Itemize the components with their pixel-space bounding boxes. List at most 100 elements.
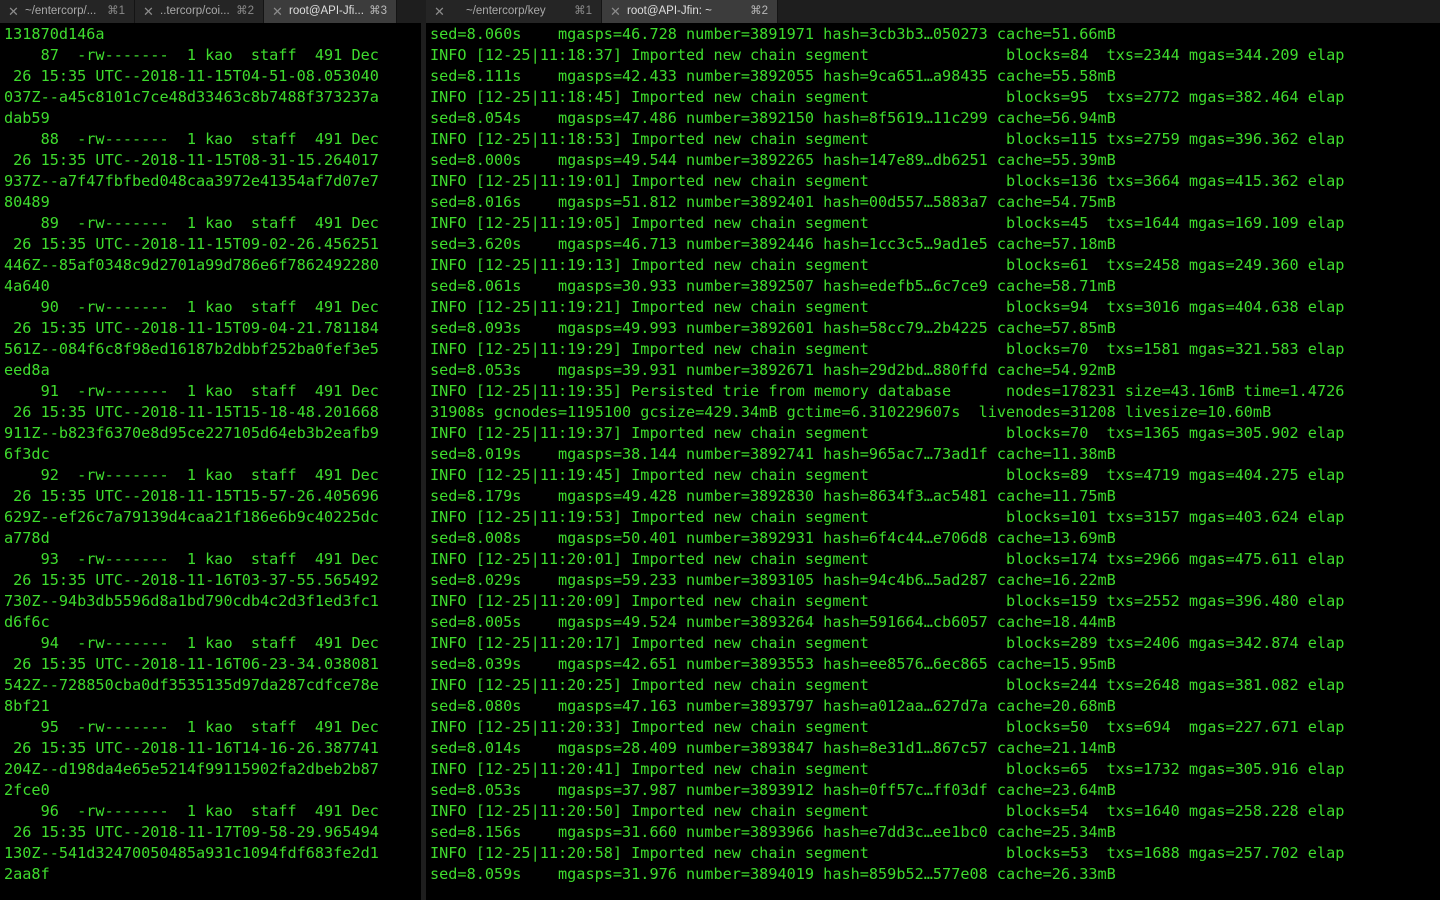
- terminal-line: INFO [12-25|11:19:35] Persisted trie fro…: [430, 382, 1345, 400]
- terminal-line: 90 -rw------- 1 kao staff 491 Dec: [4, 298, 379, 316]
- terminal-line: 037Z--a45c8101c7ce48d33463c8b7488f373237…: [4, 88, 379, 106]
- terminal-line: 88 -rw------- 1 kao staff 491 Dec: [4, 130, 379, 148]
- left-tab-2-shortcut: ⌘2: [236, 5, 254, 17]
- terminal-line: INFO [12-25|11:19:37] Imported new chain…: [430, 424, 1345, 442]
- right-tab-1-shortcut: ⌘1: [574, 5, 592, 17]
- terminal-line: sed=8.019s mgasps=38.144 number=3892741 …: [430, 445, 1116, 463]
- close-icon[interactable]: ✕: [8, 0, 19, 23]
- left-tab-1-title: ~/entercorp/...: [25, 5, 97, 17]
- terminal-line: 96 -rw------- 1 kao staff 491 Dec: [4, 802, 379, 820]
- terminal-line: sed=8.179s mgasps=49.428 number=3892830 …: [430, 487, 1116, 505]
- terminal-line: dab59: [4, 109, 50, 127]
- terminal-line: 26 15:35 UTC--2018-11-17T09-58-29.965494: [4, 823, 379, 841]
- terminal-line: 4a640: [4, 277, 50, 295]
- left-tab-2[interactable]: ✕ ..tercorp/coi... ⌘2: [135, 0, 264, 23]
- terminal-line: INFO [12-25|11:20:58] Imported new chain…: [430, 844, 1345, 862]
- terminal-line: 629Z--ef26c7a79139d4caa21f186e6b9c40225d…: [4, 508, 379, 526]
- terminal-line: INFO [12-25|11:20:25] Imported new chain…: [430, 676, 1345, 694]
- terminal-line: sed=8.053s mgasps=37.987 number=3893912 …: [430, 781, 1116, 799]
- left-tab-bar: ✕ ~/entercorp/... ⌘1 ✕ ..tercorp/coi... …: [0, 0, 421, 23]
- terminal-line: sed=8.000s mgasps=49.544 number=3892265 …: [430, 151, 1116, 169]
- terminal-line: sed=8.060s mgasps=46.728 number=3891971 …: [430, 25, 1116, 43]
- terminal-line: INFO [12-25|11:20:01] Imported new chain…: [430, 550, 1345, 568]
- terminal-line: eed8a: [4, 361, 50, 379]
- terminal-line: sed=8.014s mgasps=28.409 number=3893847 …: [430, 739, 1116, 757]
- terminal-line: INFO [12-25|11:19:53] Imported new chain…: [430, 508, 1345, 526]
- right-tab-bar: ✕ ~/entercorp/key ⌘1 ✕ root@API-Jfin: ~ …: [426, 0, 1440, 23]
- terminal-line: 911Z--b823f6370e8d95ce227105d64eb3b2eafb…: [4, 424, 379, 442]
- terminal-line: 26 15:35 UTC--2018-11-15T15-57-26.405696: [4, 487, 379, 505]
- left-tab-3-title: root@API-Jfi...: [289, 5, 364, 17]
- terminal-line: 937Z--a7f47fbfbed048caa3972e41354af7d07e…: [4, 172, 379, 190]
- right-tab-1[interactable]: ✕ ~/entercorp/key ⌘1: [426, 0, 602, 23]
- terminal-line: 26 15:35 UTC--2018-11-15T04-51-08.053040: [4, 67, 379, 85]
- left-tab-3-shortcut: ⌘3: [369, 5, 387, 17]
- terminal-line: 6f3dc: [4, 445, 50, 463]
- terminal-line: INFO [12-25|11:18:45] Imported new chain…: [430, 88, 1345, 106]
- terminal-line: INFO [12-25|11:20:41] Imported new chain…: [430, 760, 1345, 778]
- terminal-line: sed=8.093s mgasps=49.993 number=3892601 …: [430, 319, 1116, 337]
- terminal-line: 26 15:35 UTC--2018-11-16T06-23-34.038081: [4, 655, 379, 673]
- terminal-line: sed=8.111s mgasps=42.433 number=3892055 …: [430, 67, 1116, 85]
- terminal-line: 26 15:35 UTC--2018-11-15T08-31-15.264017: [4, 151, 379, 169]
- terminal-line: 730Z--94b3db5596d8a1bd790cdb4c2d3f1ed3fc…: [4, 592, 379, 610]
- terminal-line: sed=8.016s mgasps=51.812 number=3892401 …: [430, 193, 1116, 211]
- terminal-line: INFO [12-25|11:19:13] Imported new chain…: [430, 256, 1345, 274]
- terminal-line: sed=8.054s mgasps=47.486 number=3892150 …: [430, 109, 1116, 127]
- terminal-line: 92 -rw------- 1 kao staff 491 Dec: [4, 466, 379, 484]
- terminal-line: sed=8.059s mgasps=31.976 number=3894019 …: [430, 865, 1116, 883]
- left-tab-1[interactable]: ✕ ~/entercorp/... ⌘1: [0, 0, 135, 23]
- terminal-line: sed=8.053s mgasps=39.931 number=3892671 …: [430, 361, 1116, 379]
- close-icon[interactable]: ✕: [272, 0, 283, 23]
- terminal-line: a778d: [4, 529, 50, 547]
- terminal-line: sed=8.005s mgasps=49.524 number=3893264 …: [430, 613, 1116, 631]
- terminal-line: 95 -rw------- 1 kao staff 491 Dec: [4, 718, 379, 736]
- left-terminal-window[interactable]: ✕ ~/entercorp/... ⌘1 ✕ ..tercorp/coi... …: [0, 0, 421, 900]
- terminal-line: INFO [12-25|11:20:50] Imported new chain…: [430, 802, 1345, 820]
- terminal-line: 130Z--541d32470050485a931c1094fdf683fe2d…: [4, 844, 379, 862]
- terminal-line: sed=8.039s mgasps=42.651 number=3893553 …: [430, 655, 1116, 673]
- terminal-line: INFO [12-25|11:18:37] Imported new chain…: [430, 46, 1345, 64]
- terminal-line: sed=8.029s mgasps=59.233 number=3893105 …: [430, 571, 1116, 589]
- close-icon[interactable]: ✕: [143, 0, 154, 23]
- terminal-line: 542Z--728850cba0df3535135d97da287cdfce78…: [4, 676, 379, 694]
- terminal-line: 94 -rw------- 1 kao staff 491 Dec: [4, 634, 379, 652]
- terminal-line: 93 -rw------- 1 kao staff 491 Dec: [4, 550, 379, 568]
- terminal-line: 26 15:35 UTC--2018-11-15T15-18-48.201668: [4, 403, 379, 421]
- terminal-line: 2fce0: [4, 781, 50, 799]
- close-icon[interactable]: ✕: [434, 0, 445, 23]
- terminal-line: 26 15:35 UTC--2018-11-16T03-37-55.565492: [4, 571, 379, 589]
- left-tab-3[interactable]: ✕ root@API-Jfi... ⌘3: [264, 0, 397, 23]
- terminal-line: sed=3.620s mgasps=46.713 number=3892446 …: [430, 235, 1116, 253]
- terminal-line: INFO [12-25|11:19:29] Imported new chain…: [430, 340, 1345, 358]
- right-tab-2-title: root@API-Jfin: ~: [627, 5, 712, 17]
- terminal-line: 91 -rw------- 1 kao staff 491 Dec: [4, 382, 379, 400]
- terminal-line: INFO [12-25|11:19:21] Imported new chain…: [430, 298, 1345, 316]
- right-tab-2[interactable]: ✕ root@API-Jfin: ~ ⌘2: [602, 0, 778, 23]
- terminal-line: 31908s gcnodes=1195100 gcsize=429.34mB g…: [430, 403, 1272, 421]
- terminal-line: INFO [12-25|11:19:05] Imported new chain…: [430, 214, 1345, 232]
- terminal-line: INFO [12-25|11:20:33] Imported new chain…: [430, 718, 1345, 736]
- terminal-line: d6f6c: [4, 613, 50, 631]
- terminal-line: 87 -rw------- 1 kao staff 491 Dec: [4, 46, 379, 64]
- right-terminal-window[interactable]: ✕ ~/entercorp/key ⌘1 ✕ root@API-Jfin: ~ …: [426, 0, 1440, 900]
- terminal-line: INFO [12-25|11:19:45] Imported new chain…: [430, 466, 1345, 484]
- terminal-line: 561Z--084f6c8f98ed16187b2dbbf252ba0fef3e…: [4, 340, 379, 358]
- terminal-line: 8bf21: [4, 697, 50, 715]
- left-tab-1-shortcut: ⌘1: [107, 5, 125, 17]
- terminal-line: sed=8.080s mgasps=47.163 number=3893797 …: [430, 697, 1116, 715]
- right-tab-2-shortcut: ⌘2: [750, 5, 768, 17]
- terminal-line: 446Z--85af0348c9d2701a99d786e6f786249228…: [4, 256, 379, 274]
- terminal-line: 2aa8f: [4, 865, 50, 883]
- terminal-line: INFO [12-25|11:18:53] Imported new chain…: [430, 130, 1345, 148]
- terminal-line: 80489: [4, 193, 50, 211]
- terminal-line: INFO [12-25|11:20:17] Imported new chain…: [430, 634, 1345, 652]
- terminal-line: sed=8.156s mgasps=31.660 number=3893966 …: [430, 823, 1116, 841]
- right-terminal-output[interactable]: sed=8.060s mgasps=46.728 number=3891971 …: [430, 24, 1440, 900]
- close-icon[interactable]: ✕: [610, 0, 621, 23]
- terminal-line: 26 15:35 UTC--2018-11-15T09-04-21.781184: [4, 319, 379, 337]
- terminal-line: 131870d146a: [4, 25, 105, 43]
- terminal-line: INFO [12-25|11:19:01] Imported new chain…: [430, 172, 1345, 190]
- terminal-line: sed=8.008s mgasps=50.401 number=3892931 …: [430, 529, 1116, 547]
- left-terminal-output[interactable]: 131870d146a 87 -rw------- 1 kao staff 49…: [4, 24, 421, 900]
